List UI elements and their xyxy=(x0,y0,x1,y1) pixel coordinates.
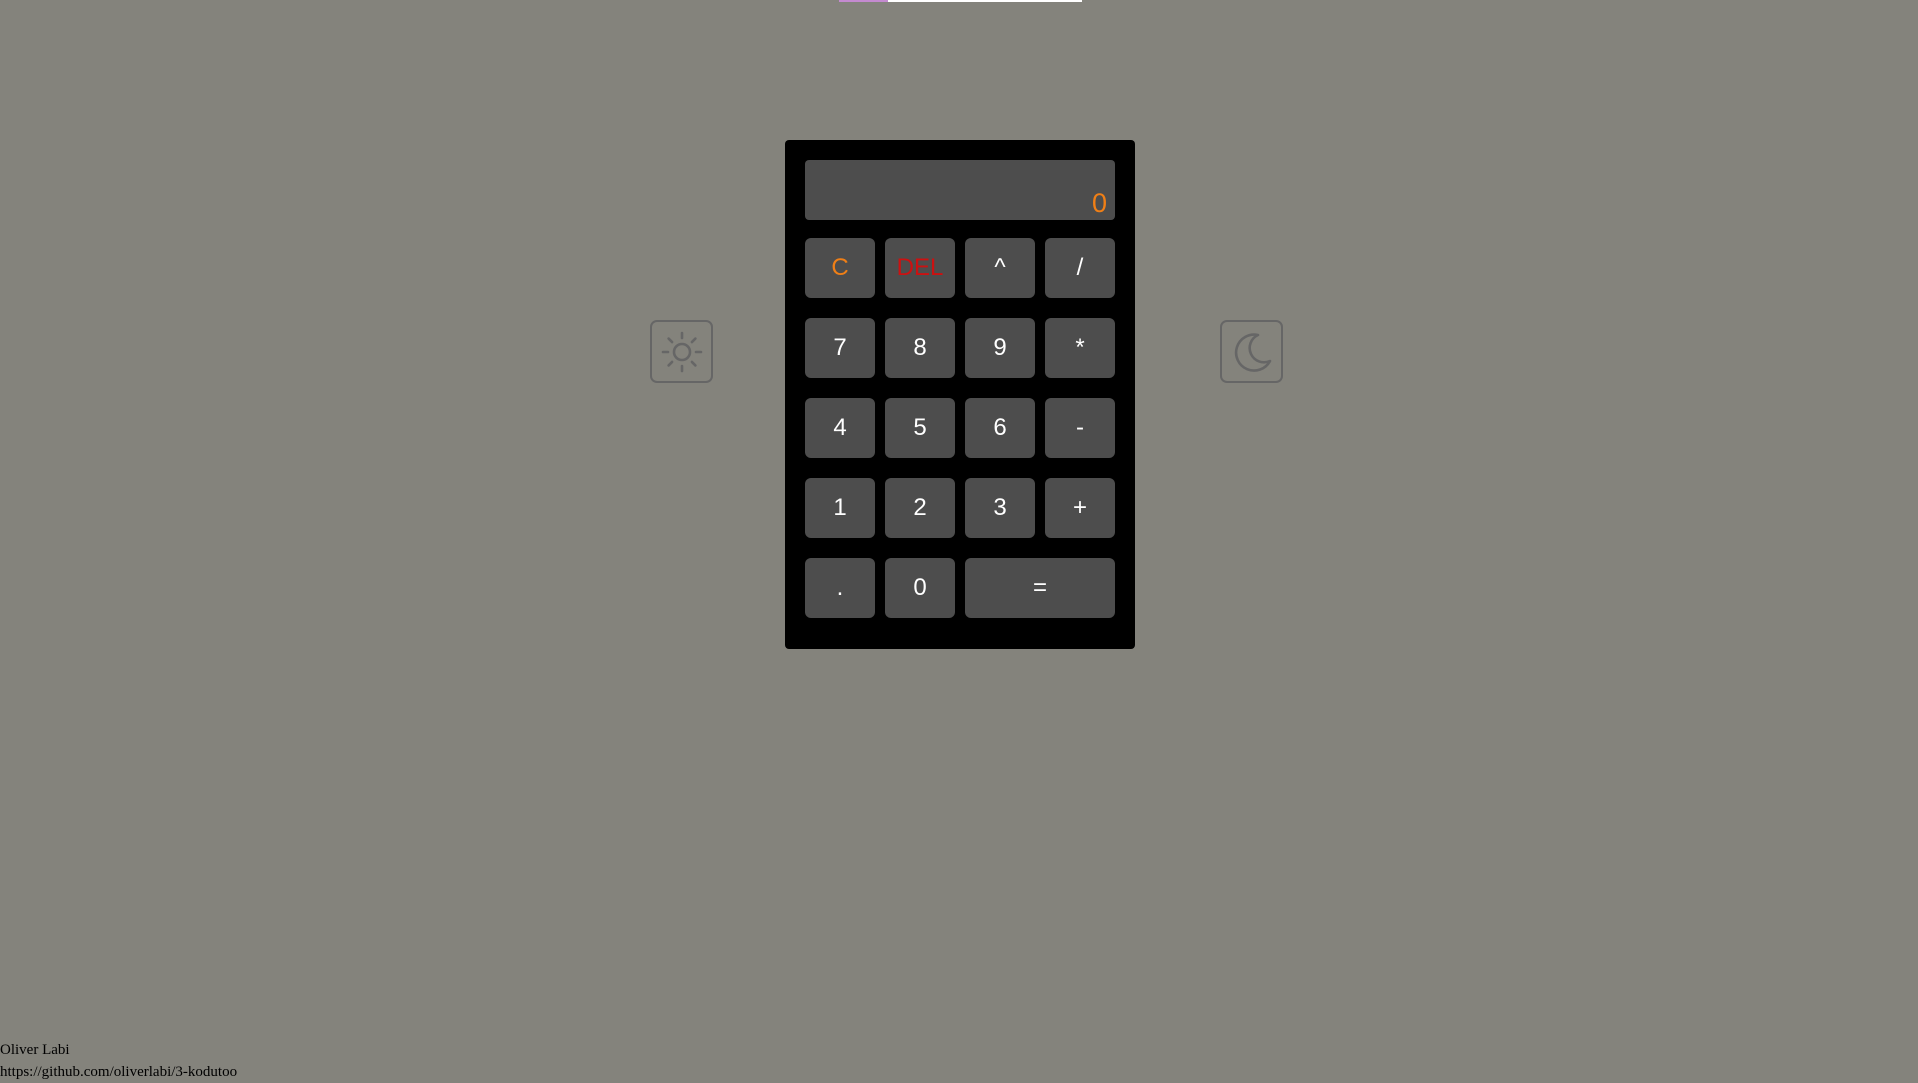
zero-button[interactable]: 0 xyxy=(885,558,955,618)
sun-icon xyxy=(661,331,702,372)
calculator: 0 C DEL ^ / 7 8 9 * 4 5 6 - 1 2 3 + . 0 … xyxy=(785,140,1135,649)
moon-icon xyxy=(1234,332,1271,372)
author-name: Oliver Labi xyxy=(0,1042,70,1058)
multiply-button[interactable]: * xyxy=(1045,318,1115,378)
footer: Oliver Labi https://github.com/oliverlab… xyxy=(0,1039,237,1083)
top-progress-strip xyxy=(839,0,1082,2)
display-value: 0 xyxy=(1091,188,1107,218)
equals-button[interactable]: = xyxy=(965,558,1115,618)
clear-button[interactable]: C xyxy=(805,238,875,298)
subtract-button[interactable]: - xyxy=(1045,398,1115,458)
eight-button[interactable]: 8 xyxy=(885,318,955,378)
one-button[interactable]: 1 xyxy=(805,478,875,538)
four-button[interactable]: 4 xyxy=(805,398,875,458)
nine-button[interactable]: 9 xyxy=(965,318,1035,378)
seven-button[interactable]: 7 xyxy=(805,318,875,378)
five-button[interactable]: 5 xyxy=(885,398,955,458)
add-button[interactable]: + xyxy=(1045,478,1115,538)
two-button[interactable]: 2 xyxy=(885,478,955,538)
three-button[interactable]: 3 xyxy=(965,478,1035,538)
light-theme-button[interactable] xyxy=(650,320,713,383)
top-progress-accent xyxy=(839,0,888,2)
delete-button[interactable]: DEL xyxy=(885,238,955,298)
divide-button[interactable]: / xyxy=(1045,238,1115,298)
decimal-button[interactable]: . xyxy=(805,558,875,618)
six-button[interactable]: 6 xyxy=(965,398,1035,458)
power-button[interactable]: ^ xyxy=(965,238,1035,298)
calculator-display: 0 xyxy=(805,160,1115,220)
dark-theme-button[interactable] xyxy=(1220,320,1283,383)
